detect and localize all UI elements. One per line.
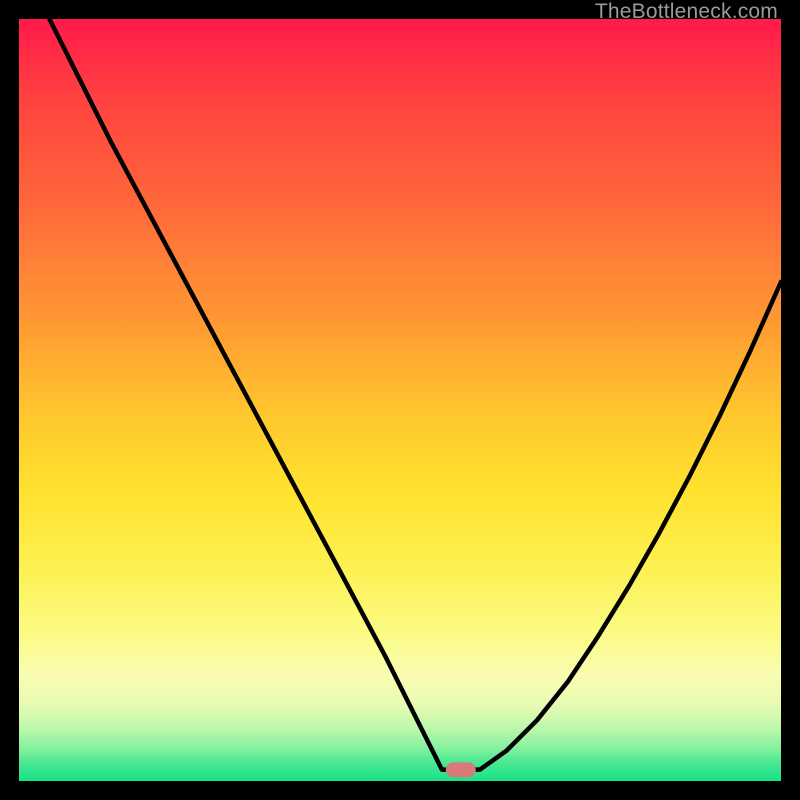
chart-frame: TheBottleneck.com xyxy=(0,0,800,800)
attribution-label: TheBottleneck.com xyxy=(595,0,778,24)
heatmap-background xyxy=(19,19,781,781)
